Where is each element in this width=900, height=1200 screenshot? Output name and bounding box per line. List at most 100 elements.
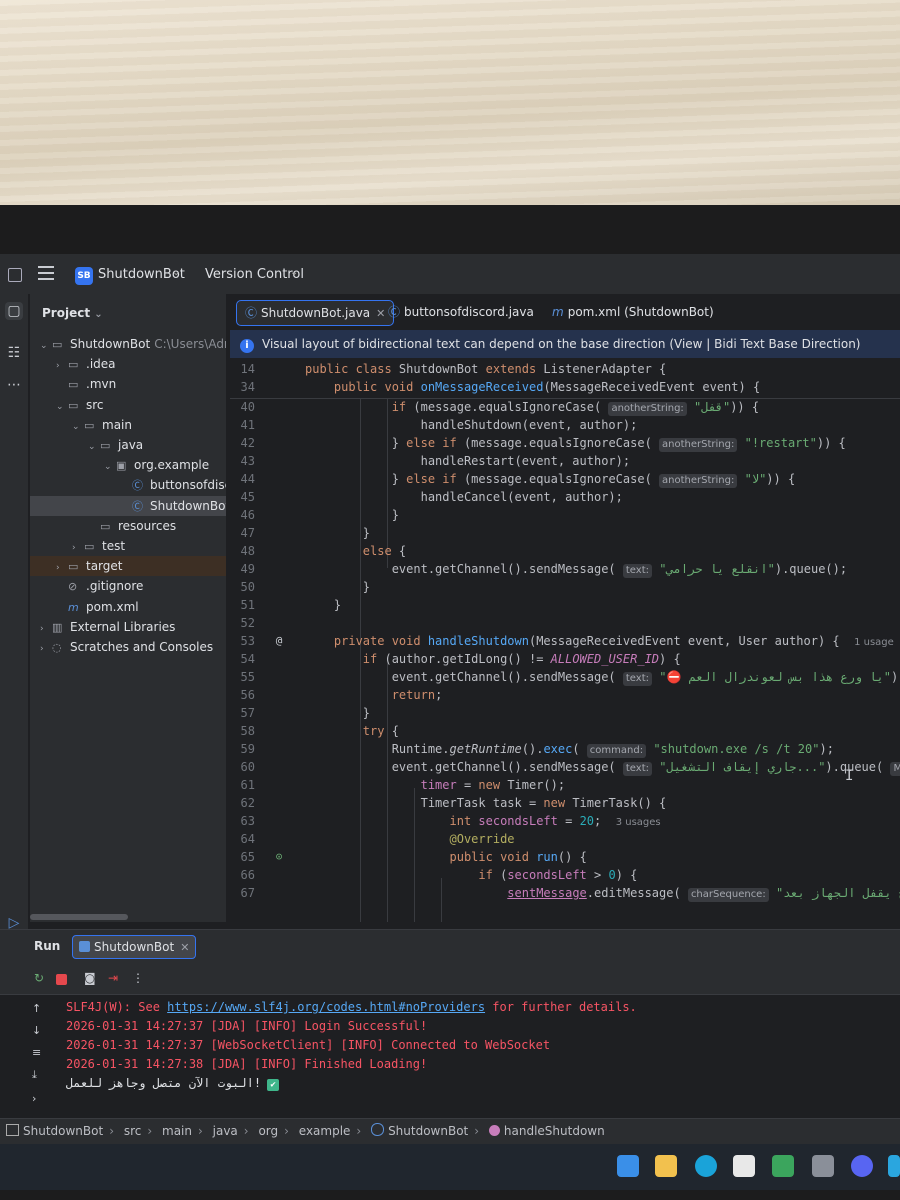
tree-item-label: resources <box>118 518 177 533</box>
tree-item[interactable]: ⊘ .gitignore <box>30 576 226 596</box>
horizontal-scrollbar[interactable] <box>30 914 128 920</box>
project-folder-icon[interactable]: ▢ <box>5 302 23 320</box>
breadcrumb-item[interactable]: java <box>213 1119 238 1143</box>
chevron-down-icon[interactable]: ⌄ <box>72 417 84 437</box>
edge-browser-icon[interactable] <box>695 1155 717 1177</box>
tree-item[interactable]: ⌄ ▣ org.example <box>30 455 226 475</box>
chevron-down-icon[interactable]: ⌄ <box>88 437 100 457</box>
tree-item[interactable]: › ▭ target <box>30 556 226 578</box>
chevron-right-icon[interactable]: › <box>56 356 68 376</box>
slf4j-link[interactable]: https://www.slf4j.org/codes.html#noProvi… <box>167 1000 485 1014</box>
project-panel: Project ⌄ ⌄▭ShutdownBotC:\Users\Adm›▭.id… <box>30 294 226 922</box>
override-marker-icon[interactable]: @ <box>272 632 286 650</box>
breadcrumb-item[interactable]: ShutdownBot <box>371 1119 468 1143</box>
console-side-toolbar: ↑ ↓ ≡ ⤓ › <box>28 994 52 1125</box>
project-panel-title[interactable]: Project ⌄ <box>42 306 103 320</box>
folder-icon: ▭ <box>52 338 63 351</box>
chevron-right-icon[interactable]: › <box>40 639 52 659</box>
stop-icon[interactable] <box>56 974 67 985</box>
breadcrumb-item[interactable]: ShutdownBot <box>6 1119 103 1143</box>
tree-item[interactable]: › ▥ External Libraries <box>30 617 226 637</box>
code-line: 60 event.getChannel().sendMessage( text:… <box>230 758 900 776</box>
tree-item-label: target <box>86 559 123 574</box>
tree-item[interactable]: › ◌ Scratches and Consoles <box>30 637 226 657</box>
windows-start-icon[interactable] <box>617 1155 639 1177</box>
scroll-to-end-icon[interactable]: ⤓ <box>32 1068 37 1082</box>
run-panel: Run ShutdownBot ✕ ↻ ◙ ⇥ ⋮ ↑ ↓ ≡ ⤓ › SLF4J… <box>0 929 900 1125</box>
class-icon <box>371 1123 385 1136</box>
code-line: 53 @ private void handleShutdown(MessageR… <box>240 632 894 650</box>
chevron-down-icon[interactable]: ⌄ <box>172 267 180 278</box>
folder-icon: ▭ <box>68 358 79 372</box>
tab-buttonsofdiscord-java[interactable]: Ⓒbuttonsofdiscord.java <box>380 300 542 324</box>
expand-icon[interactable]: › <box>32 1092 36 1105</box>
telegram-icon[interactable] <box>888 1155 900 1177</box>
tree-item-label: .gitignore <box>86 579 144 594</box>
tree-item[interactable]: › ▭ .idea <box>30 354 226 374</box>
tree-item[interactable]: ⌄ ▭ src <box>30 395 226 415</box>
tab-pom-xml[interactable]: m pom.xml (ShutdownBot) <box>544 300 722 324</box>
banner-text[interactable]: Visual layout of bidirectional text can … <box>262 337 861 351</box>
tree-item[interactable]: ⌄ ▭ java <box>30 435 226 455</box>
run-tab-shutdownbot[interactable]: ShutdownBot ✕ <box>72 935 197 959</box>
tree-item[interactable]: ▭ .mvn <box>30 374 226 394</box>
tree-item-label: test <box>102 539 126 553</box>
breadcrumb-item[interactable]: example <box>299 1119 351 1143</box>
camera-icon[interactable]: ◙ <box>84 971 96 985</box>
hamburger-menu-icon[interactable] <box>38 266 54 280</box>
discord-icon[interactable] <box>851 1155 873 1177</box>
more-tools-icon[interactable]: ⋯ <box>5 376 23 394</box>
exit-icon[interactable]: ⇥ <box>108 971 118 985</box>
code-line: 43 handleRestart(event, author); <box>240 454 631 468</box>
run-panel-title[interactable]: Run <box>34 939 60 953</box>
breadcrumb-item[interactable]: org <box>258 1119 278 1143</box>
console-line: 2026-01-31 14:27:38 [JDA] [INFO] Finishe… <box>66 1057 428 1071</box>
tree-item[interactable]: ▭ resources <box>30 516 226 536</box>
tree-item-label: buttonsofdiscord <box>150 478 226 493</box>
sticky-scroll-header[interactable]: 14 public class ShutdownBot extends Liste… <box>230 358 900 399</box>
chevron-down-icon[interactable]: ⌄ <box>40 336 52 356</box>
code-line: 57 } <box>240 706 371 720</box>
tab-shutdownbot-java[interactable]: Ⓒ ShutdownBot.java ✕ <box>236 300 395 326</box>
breadcrumb-item[interactable]: handleShutdown <box>488 1119 605 1143</box>
app-icon[interactable] <box>812 1155 834 1177</box>
more-icon[interactable]: ⋮ <box>132 971 144 985</box>
rerun-icon[interactable]: ↻ <box>34 971 44 985</box>
class-icon: Ⓒ <box>245 306 258 320</box>
tree-item[interactable]: › ▭ test <box>30 536 226 556</box>
code-line: 63 int secondsLeft = 20; 3 usages <box>240 814 661 828</box>
tree-item[interactable]: m pom.xml <box>30 597 226 617</box>
chevron-right-icon[interactable]: › <box>40 619 52 639</box>
chevron-right-icon[interactable]: › <box>72 538 84 558</box>
code-line: 44 } else if (message.equalsIgnoreCase( … <box>240 472 796 488</box>
project-badge[interactable]: SB <box>75 267 93 285</box>
close-icon[interactable]: ✕ <box>180 941 189 954</box>
soft-wrap-icon[interactable]: ≡ <box>32 1046 41 1059</box>
chevron-down-icon[interactable]: ⌄ <box>290 267 298 278</box>
console-line: 2026-01-31 14:27:37 [JDA] [INFO] Login S… <box>66 1019 428 1033</box>
mail-icon[interactable] <box>772 1155 794 1177</box>
store-icon[interactable] <box>733 1155 755 1177</box>
scroll-down-icon[interactable]: ↓ <box>32 1024 41 1037</box>
project-path: C:\Users\Adm <box>154 337 226 351</box>
file-explorer-icon[interactable] <box>655 1155 677 1177</box>
breadcrumb-item[interactable]: main <box>162 1119 192 1143</box>
maven-icon: m <box>68 600 79 614</box>
chevron-down-icon[interactable]: ⌄ <box>104 457 116 477</box>
structure-icon[interactable]: ☷ <box>5 344 23 362</box>
breadcrumb-item[interactable]: src <box>124 1119 142 1143</box>
tree-item[interactable]: ⌄ ▭ main <box>30 415 226 435</box>
tree-item[interactable]: ⌄▭ ShutdownBotC:\Users\Adm <box>30 334 226 354</box>
tree-item[interactable]: Ⓒ ShutdownBot <box>30 495 226 516</box>
code-editor[interactable]: 14 public class ShutdownBot extends Liste… <box>230 358 900 922</box>
scroll-up-icon[interactable]: ↑ <box>32 1002 41 1015</box>
implements-marker-icon[interactable]: ⊙ <box>272 848 286 866</box>
tree-item-label: External Libraries <box>70 619 176 634</box>
folder-icon: ▭ <box>100 439 111 452</box>
tree-item-label: org.example <box>134 458 210 473</box>
tree-item[interactable]: Ⓒbuttonsofdiscord <box>30 475 226 495</box>
chevron-down-icon[interactable]: ⌄ <box>56 397 68 417</box>
tree-item-label: ShutdownBot <box>70 337 151 351</box>
chevron-right-icon[interactable]: › <box>56 558 68 578</box>
folder-icon: ▭ <box>84 540 95 553</box>
